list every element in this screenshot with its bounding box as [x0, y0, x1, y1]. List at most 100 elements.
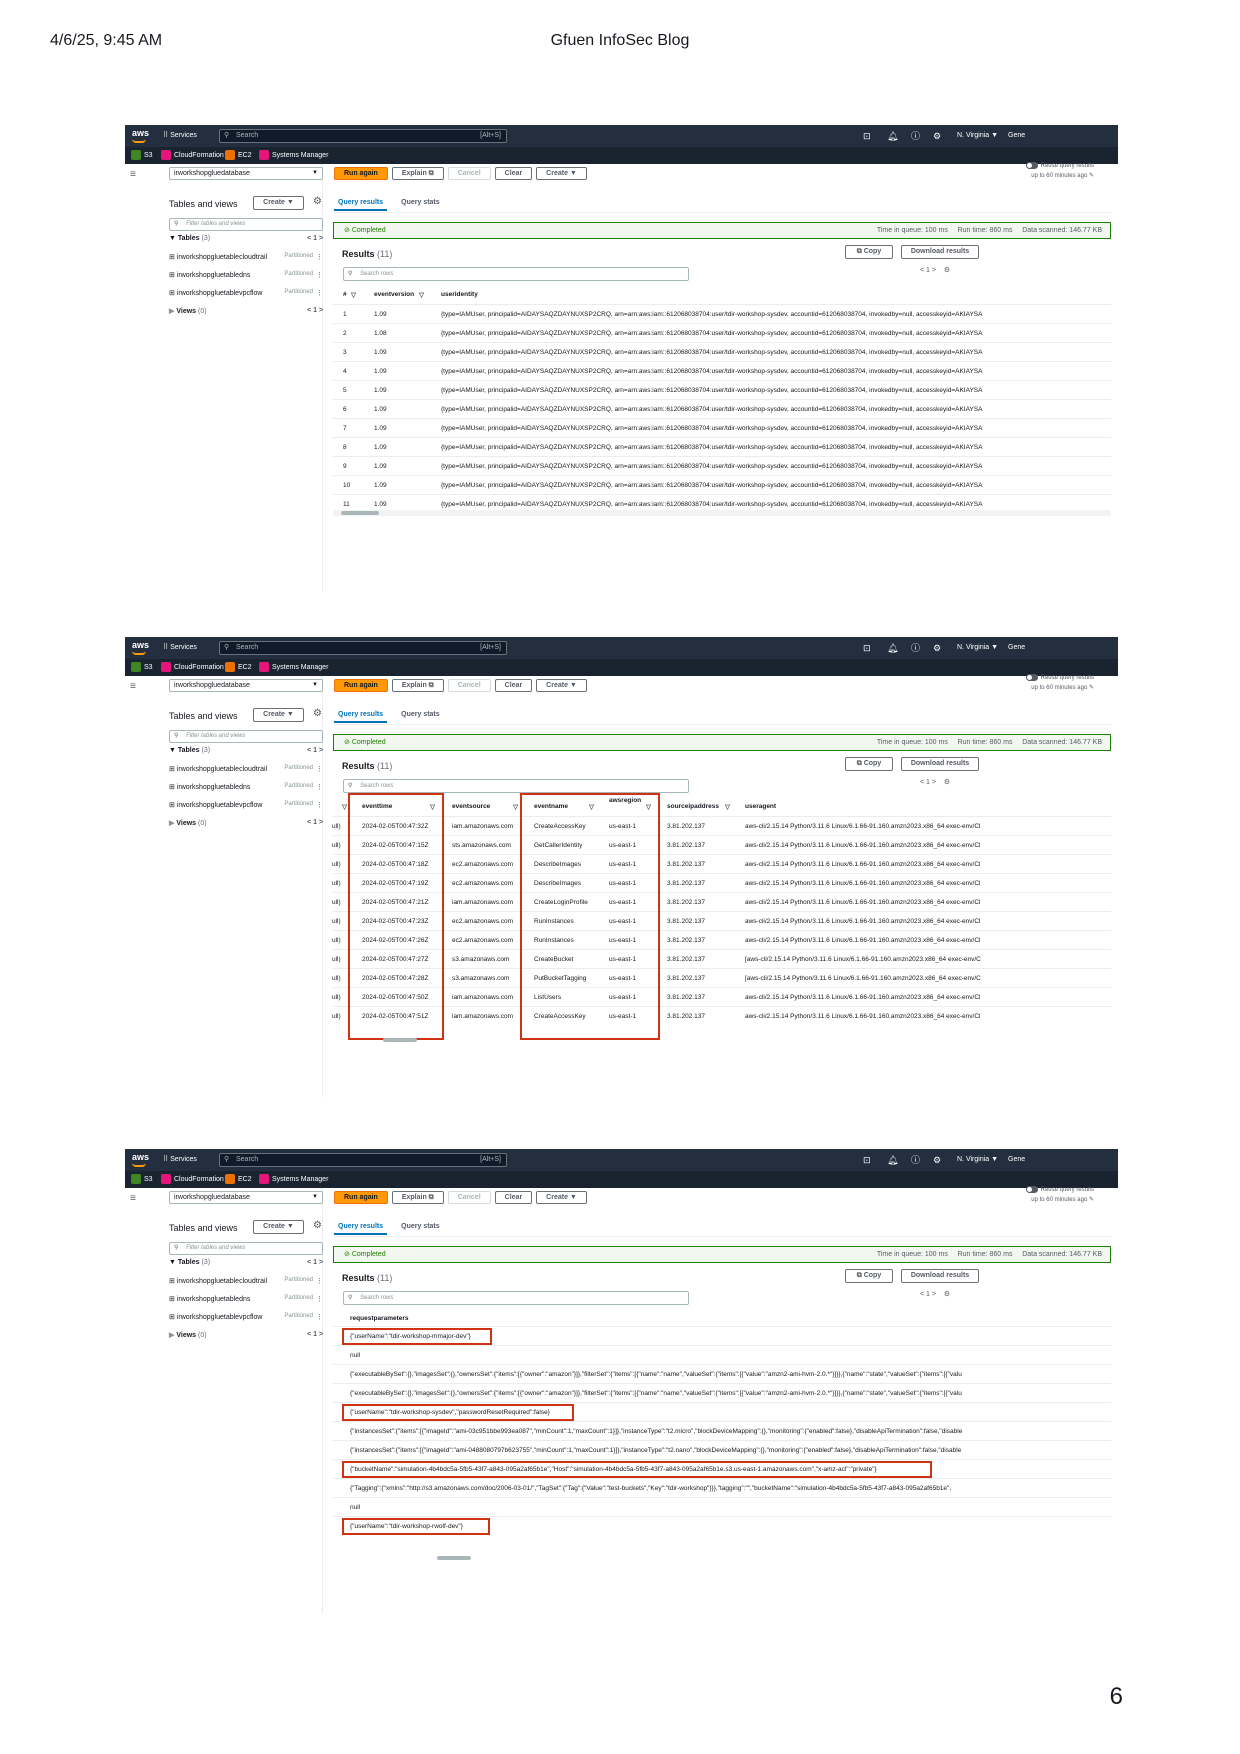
edit-icon[interactable]: ✎: [1089, 685, 1094, 691]
reuse-query-results[interactable]: Reuse query results up to 60 minutes ago …: [1025, 161, 1094, 181]
settings-icon[interactable]: ⚙: [933, 125, 941, 147]
more-icon[interactable]: ⋮: [316, 1313, 323, 1321]
copy-button[interactable]: ⧉ Copy: [845, 245, 893, 259]
sort-icon[interactable]: ▽: [419, 291, 424, 299]
region-selector[interactable]: N. Virginia ▼: [957, 637, 998, 659]
column-header[interactable]: eventversion: [374, 291, 414, 298]
edit-icon[interactable]: ✎: [1089, 1197, 1094, 1203]
database-select[interactable]: irworkshopgluedatabase: [169, 167, 323, 180]
bell-icon[interactable]: 🔔︎: [887, 637, 898, 659]
settings-icon[interactable]: ⚙: [313, 1220, 322, 1231]
account-menu[interactable]: Gene: [1008, 125, 1025, 147]
sort-icon[interactable]: ▽: [342, 803, 347, 811]
cloudshell-icon[interactable]: ⊡: [863, 637, 871, 659]
copy-button[interactable]: ⧉ Copy: [845, 757, 893, 771]
help-icon[interactable]: ⓘ: [911, 125, 920, 147]
cloudshell-icon[interactable]: ⊡: [863, 1149, 871, 1171]
views-pager[interactable]: < 1 >: [307, 819, 323, 826]
tables-pager[interactable]: < 1 >: [307, 235, 323, 242]
cancel-button[interactable]: Cancel: [447, 679, 491, 692]
favorite-2[interactable]: EC2: [225, 1171, 252, 1188]
create-button[interactable]: Create ▼: [536, 167, 587, 180]
tables-group[interactable]: ▼ Tables (3) < 1 >: [169, 1259, 323, 1266]
tables-pager[interactable]: < 1 >: [307, 747, 323, 754]
download-results-button[interactable]: Download results: [901, 1269, 979, 1283]
table-item[interactable]: ⊞ irworkshopgluetablecloudtrail Partition…: [169, 253, 323, 261]
results-pager[interactable]: < 1 > ⚙: [920, 778, 950, 786]
filter-tables-input[interactable]: Filter tables and views: [169, 1242, 323, 1255]
tables-group[interactable]: ▼ Tables (3) < 1 >: [169, 747, 323, 754]
filter-tables-input[interactable]: Filter tables and views: [169, 218, 323, 231]
search-rows-input[interactable]: Search rows: [343, 267, 689, 281]
favorite-1[interactable]: CloudFormation: [161, 147, 224, 164]
create-table-button[interactable]: Create ▼: [253, 708, 304, 722]
more-icon[interactable]: ⋮: [316, 271, 323, 279]
favorite-1[interactable]: CloudFormation: [161, 659, 224, 676]
help-icon[interactable]: ⓘ: [911, 637, 920, 659]
settings-icon[interactable]: ⚙: [944, 1291, 950, 1298]
tab-query-stats[interactable]: Query stats: [397, 1219, 444, 1233]
toggle-switch[interactable]: [1025, 673, 1038, 681]
sort-icon[interactable]: ▽: [351, 291, 356, 299]
table-item[interactable]: ⊞ irworkshopgluetablevpcflow Partitioned ⋮: [169, 289, 323, 297]
console-search-input[interactable]: ⚲ Search [Alt+S]: [219, 641, 507, 655]
region-selector[interactable]: N. Virginia ▼: [957, 1149, 998, 1171]
favorite-3[interactable]: Systems Manager: [259, 659, 328, 676]
menu-icon[interactable]: ≡: [130, 681, 136, 692]
tables-group[interactable]: ▼ Tables (3) < 1 >: [169, 235, 323, 242]
menu-icon[interactable]: ≡: [130, 1193, 136, 1204]
services-menu[interactable]: ⠿ Services: [163, 637, 197, 659]
console-search-input[interactable]: ⚲ Search [Alt+S]: [219, 129, 507, 143]
bell-icon[interactable]: 🔔︎: [887, 125, 898, 147]
settings-icon[interactable]: ⚙: [933, 1149, 941, 1171]
views-pager[interactable]: < 1 >: [307, 307, 323, 314]
column-header[interactable]: requestparameters: [350, 1315, 409, 1322]
more-icon[interactable]: ⋮: [316, 1295, 323, 1303]
views-group[interactable]: ▶ Views (0) < 1 >: [169, 307, 323, 315]
tab-query-results[interactable]: Query results: [334, 195, 388, 211]
favorite-0[interactable]: S3: [131, 659, 153, 676]
search-rows-input[interactable]: Search rows: [343, 779, 689, 793]
views-group[interactable]: ▶ Views (0) < 1 >: [169, 819, 323, 827]
clear-button[interactable]: Clear: [494, 1191, 533, 1204]
table-item[interactable]: ⊞ irworkshopgluetablevpcflow Partitioned ⋮: [169, 801, 323, 809]
horizontal-scrollbar[interactable]: [333, 1555, 1111, 1561]
reuse-query-results[interactable]: Reuse query results up to 60 minutes ago …: [1025, 1185, 1094, 1205]
table-item[interactable]: ⊞ irworkshopgluetabledns Partitioned ⋮: [169, 1295, 323, 1303]
column-header[interactable]: sourceipaddress: [667, 803, 719, 810]
bell-icon[interactable]: 🔔︎: [887, 1149, 898, 1171]
filter-tables-input[interactable]: Filter tables and views: [169, 730, 323, 743]
settings-icon[interactable]: ⚙: [313, 708, 322, 719]
clear-button[interactable]: Clear: [494, 679, 533, 692]
favorite-2[interactable]: EC2: [225, 659, 252, 676]
more-icon[interactable]: ⋮: [316, 801, 323, 809]
console-search-input[interactable]: ⚲ Search [Alt+S]: [219, 1153, 507, 1167]
scroll-thumb[interactable]: [437, 1556, 471, 1560]
toggle-switch[interactable]: [1025, 161, 1038, 169]
column-header[interactable]: useragent: [745, 803, 776, 810]
explain-button[interactable]: Explain ⧉: [391, 167, 444, 180]
services-menu[interactable]: ⠿ Services: [163, 125, 197, 147]
region-selector[interactable]: N. Virginia ▼: [957, 125, 998, 147]
run-again-button[interactable]: Run again: [334, 167, 388, 180]
settings-icon[interactable]: ⚙: [933, 637, 941, 659]
cancel-button[interactable]: Cancel: [447, 1191, 491, 1204]
aws-logo[interactable]: aws: [132, 640, 149, 655]
table-item[interactable]: ⊞ irworkshopgluetablevpcflow Partitioned ⋮: [169, 1313, 323, 1321]
horizontal-scrollbar[interactable]: [333, 510, 1111, 516]
more-icon[interactable]: ⋮: [316, 1277, 323, 1285]
tab-query-stats[interactable]: Query stats: [397, 707, 444, 721]
download-results-button[interactable]: Download results: [901, 757, 979, 771]
explain-button[interactable]: Explain ⧉: [391, 679, 444, 692]
more-icon[interactable]: ⋮: [316, 289, 323, 297]
scroll-thumb[interactable]: [383, 1038, 417, 1042]
download-results-button[interactable]: Download results: [901, 245, 979, 259]
favorite-2[interactable]: EC2: [225, 147, 252, 164]
help-icon[interactable]: ⓘ: [911, 1149, 920, 1171]
clear-button[interactable]: Clear: [494, 167, 533, 180]
tab-query-results[interactable]: Query results: [334, 707, 388, 723]
views-pager[interactable]: < 1 >: [307, 1331, 323, 1338]
explain-button[interactable]: Explain ⧉: [391, 1191, 444, 1204]
menu-icon[interactable]: ≡: [130, 169, 136, 180]
scroll-thumb[interactable]: [341, 511, 379, 515]
